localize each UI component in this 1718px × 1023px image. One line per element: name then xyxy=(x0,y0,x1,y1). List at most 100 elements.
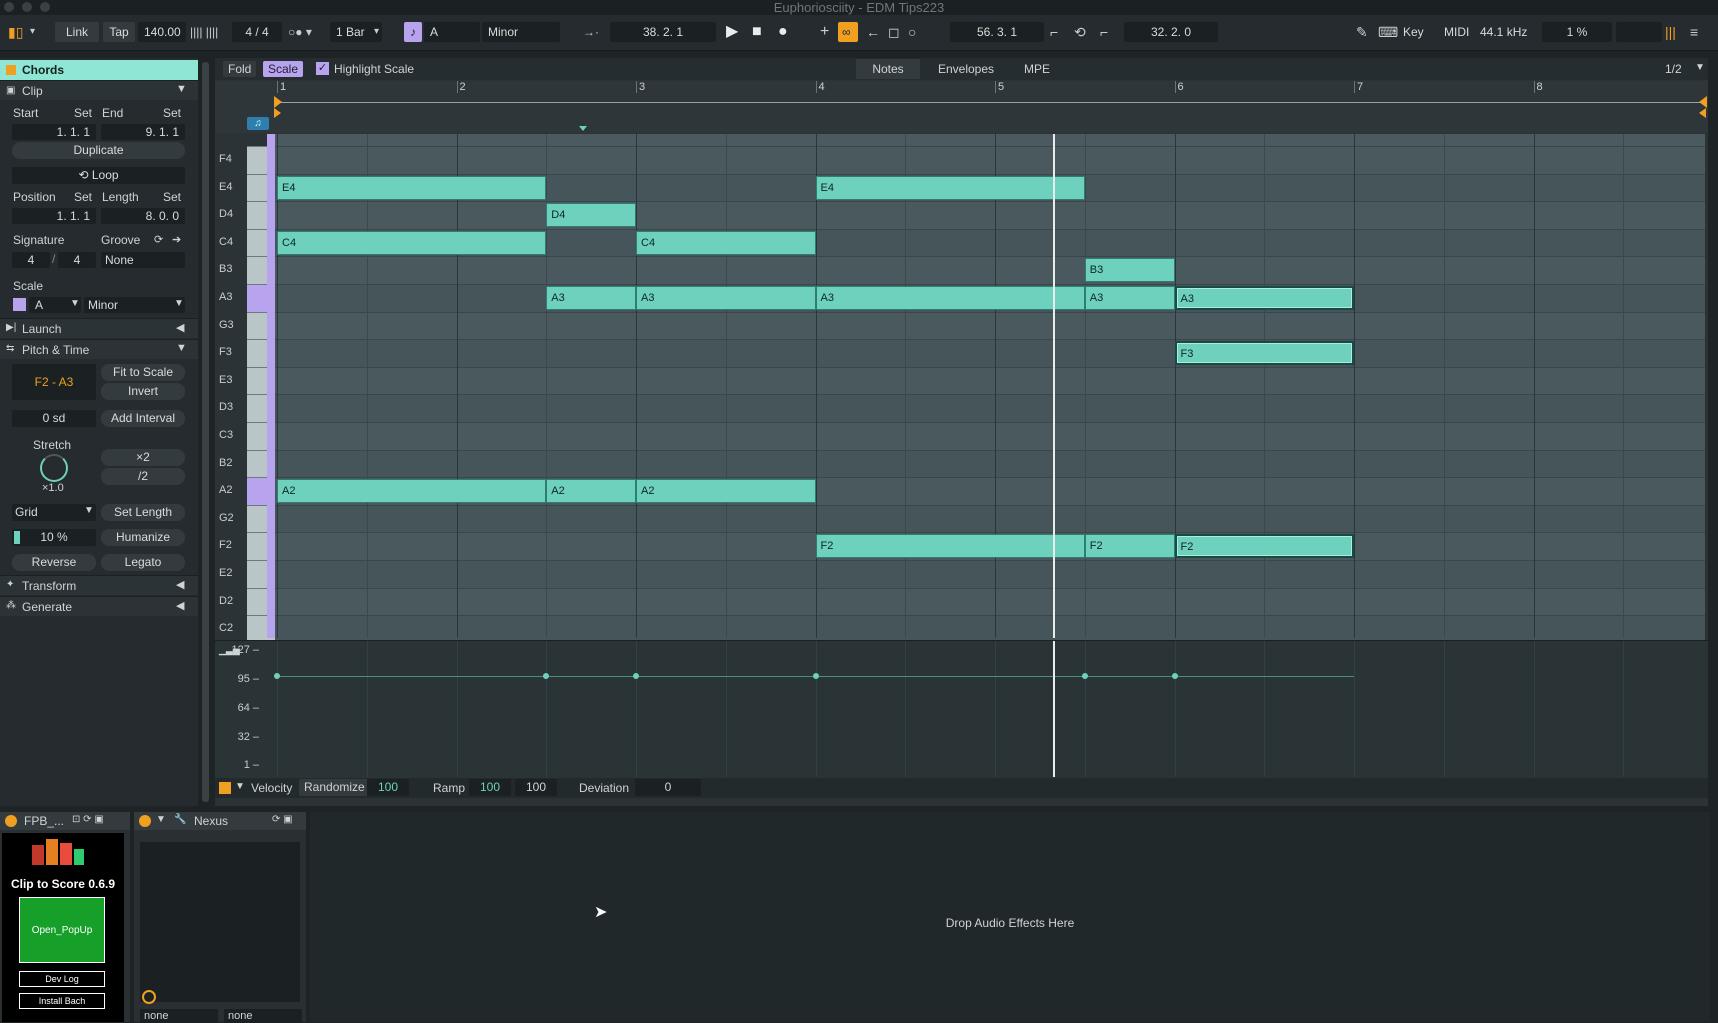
tempo-field[interactable]: 140.00 xyxy=(138,22,186,42)
midi-note[interactable]: A3 xyxy=(815,286,1085,310)
pitch-row[interactable] xyxy=(275,560,1705,588)
wrench-icon[interactable]: 🔧 xyxy=(174,814,186,825)
play-icon[interactable]: ▶ xyxy=(726,22,738,42)
velocity-dot[interactable] xyxy=(543,672,550,679)
duplicate-button[interactable]: Duplicate xyxy=(12,142,185,159)
pitch-time-section-header[interactable]: Pitch & Time xyxy=(0,339,198,359)
key-select[interactable]: A xyxy=(424,22,480,42)
midi-note[interactable]: A3 xyxy=(1174,286,1354,310)
reverse-button[interactable]: Reverse xyxy=(12,554,96,571)
fold-button[interactable]: Fold xyxy=(223,61,257,77)
ramp-start-field[interactable]: 100 xyxy=(469,779,511,796)
stop-icon[interactable]: ■ xyxy=(752,22,762,42)
midi-note[interactable]: E4 xyxy=(815,175,1085,200)
device2-power-icon[interactable] xyxy=(139,815,151,827)
page-indicator[interactable]: 1/2 xyxy=(1665,61,1682,77)
generate-section-header[interactable]: Generate xyxy=(0,596,198,616)
position-field[interactable]: 1. 1. 1 xyxy=(12,208,96,224)
zoom-window-icon[interactable] xyxy=(40,2,50,12)
velocity-dot[interactable] xyxy=(633,672,639,679)
loop-start-marker-icon[interactable] xyxy=(274,96,282,108)
start-marker-icon[interactable] xyxy=(274,108,281,118)
transpose-field[interactable]: 0 sd xyxy=(12,410,96,427)
midi-note[interactable]: A3 xyxy=(1084,286,1175,310)
scale-mode-toggle-icon[interactable] xyxy=(13,298,26,311)
loop-button[interactable]: ⟲ Loop xyxy=(12,167,185,184)
multiply-two-button[interactable]: ×2 xyxy=(101,449,185,466)
deviation-field[interactable]: 0 xyxy=(635,779,701,796)
signature-numerator[interactable]: 4 xyxy=(12,252,50,268)
add-icon[interactable]: + xyxy=(820,22,829,42)
velocity-toggle-icon[interactable] xyxy=(219,782,231,794)
loop-brace[interactable] xyxy=(277,102,1705,103)
collapse-pitch-time-icon[interactable]: ▼ xyxy=(176,342,187,354)
transform-section-header[interactable]: Transform xyxy=(0,575,198,595)
loop-start-field[interactable]: 56. 3. 1 xyxy=(950,22,1044,42)
computer-keyboard-icon[interactable]: ⌨ xyxy=(1378,22,1398,42)
expand-generate-icon[interactable]: ◀ xyxy=(176,599,184,612)
arrangement-position-field[interactable]: 38. 2. 1 xyxy=(610,22,716,42)
velocity-dot[interactable] xyxy=(1081,672,1088,679)
expand-launch-icon[interactable]: ◀ xyxy=(176,321,184,334)
groove-hot-swap-icon[interactable]: ⟳ xyxy=(154,233,163,246)
humanize-amount-field[interactable]: 10 % xyxy=(12,529,96,546)
pitch-row[interactable] xyxy=(275,146,1705,174)
legato-button[interactable]: Legato xyxy=(101,554,185,571)
length-set-button[interactable]: Set xyxy=(163,190,181,204)
position-set-button[interactable]: Set xyxy=(74,190,92,204)
midi-note[interactable]: A2 xyxy=(546,479,636,504)
loop-end-marker-icon[interactable] xyxy=(1699,96,1707,108)
pitch-row[interactable] xyxy=(275,256,1705,284)
automation-arm-icon[interactable]: ∞ xyxy=(838,22,858,42)
velocity-dot[interactable] xyxy=(274,672,280,679)
tap-button[interactable]: Tap xyxy=(103,22,135,42)
audio-effects-drop-area[interactable]: Drop Audio Effects Here ➤ xyxy=(310,812,1710,1022)
tab-mpe[interactable]: MPE xyxy=(1011,59,1063,79)
punch-out-icon[interactable]: ⌐ xyxy=(1100,22,1108,42)
set-length-button[interactable]: Set Length xyxy=(101,504,185,521)
scale-select[interactable]: Minor xyxy=(482,22,560,42)
velocity-dot[interactable] xyxy=(1171,672,1178,679)
note-grid[interactable]: F4 E4 D4 C4 B3 A3 G3 F3 E3 D3 C3 B2 A2 G2 F2 E2 D2 C2 E4 E4… xyxy=(215,134,1708,643)
back-to-arrangement-icon[interactable]: ← xyxy=(866,22,880,42)
midi-note[interactable]: C4 xyxy=(277,230,547,255)
stretch-knob[interactable] xyxy=(40,454,68,482)
metronome-icon[interactable]: ○● ▾ xyxy=(288,22,312,42)
link-button[interactable]: Link xyxy=(55,22,99,42)
time-signature-field[interactable]: 4 / 4 xyxy=(232,22,282,42)
tab-envelopes[interactable]: Envelopes xyxy=(927,59,1005,79)
install-bach-button[interactable]: Install Bach xyxy=(19,993,105,1009)
device2-select-2[interactable]: none xyxy=(224,1009,302,1023)
midi-note[interactable]: A2 xyxy=(636,479,816,504)
groove-commit-icon[interactable]: ➔ xyxy=(172,233,181,246)
midi-note[interactable]: D4 xyxy=(546,203,636,228)
pitch-row[interactable] xyxy=(275,311,1705,340)
midi-map-button[interactable]: MIDI xyxy=(1444,22,1469,42)
metronome-bars-icon[interactable]: |||| |||| xyxy=(190,22,218,42)
scale-mode-select[interactable]: Minor xyxy=(84,297,185,313)
open-popup-button[interactable]: Open_PopUp xyxy=(19,897,105,963)
midi-note[interactable]: A3 xyxy=(546,286,636,310)
pitch-row[interactable] xyxy=(275,615,1705,643)
collapse-clip-icon[interactable]: ▼ xyxy=(176,83,187,95)
midi-note[interactable]: A3 xyxy=(636,286,816,310)
end-marker-icon[interactable] xyxy=(1699,108,1706,118)
midi-note[interactable]: C4 xyxy=(636,230,816,255)
midi-note[interactable]: F2 xyxy=(1084,534,1175,559)
pitch-row[interactable] xyxy=(275,422,1705,450)
midi-note[interactable]: F2 xyxy=(815,534,1085,559)
start-set-button[interactable]: Set xyxy=(74,106,92,120)
clip-section-header[interactable]: Clip xyxy=(0,80,198,100)
launch-section-header[interactable]: Launch xyxy=(0,318,198,338)
loop-length-field[interactable]: 32. 2. 0 xyxy=(1124,22,1218,42)
highlight-scale-checkbox[interactable]: ✓ xyxy=(316,62,329,75)
midi-note[interactable]: F3 xyxy=(1174,341,1354,366)
pitch-row[interactable] xyxy=(275,394,1705,422)
velocity-lane[interactable]: ▁▃▅ 127 –95 –64 –32 –1 – xyxy=(215,640,1708,777)
invert-button[interactable]: Invert xyxy=(101,383,185,400)
device2-options-icon[interactable]: ⟳ ▣ xyxy=(272,814,293,825)
punch-in-icon[interactable]: ⌐ xyxy=(1050,22,1058,42)
pitch-row[interactable] xyxy=(275,449,1705,478)
pitch-row[interactable] xyxy=(275,366,1705,395)
preview-headphone-icon[interactable]: ♫ xyxy=(247,117,269,130)
